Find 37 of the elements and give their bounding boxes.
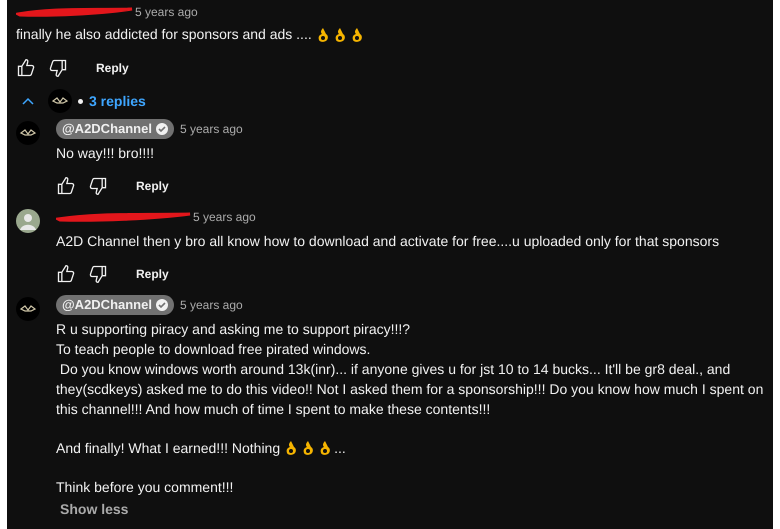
comment-text: And finally! What I earned!!! Nothing xyxy=(56,439,280,458)
channel-avatar xyxy=(16,297,40,321)
comment-text: R u supporting piracy and asking me to support piracy!!!? To teach people to download free pirated windows. Do you know windows worth around 13k(inr)... if anyone gives u for jst 10 to 14 bucks... It'll be gr8 deal., and they(scdkeys) asked me to do this video!! Not I asked them for a sponsorship!!! Do you know how much I spent on this channel!!! And how much of time I spent to make these contents!!! xyxy=(56,320,764,419)
ok-hand-icon xyxy=(285,440,298,456)
ok-hand-icon xyxy=(334,26,346,42)
comment-text: ... xyxy=(334,439,346,458)
reply-button[interactable]: Reply xyxy=(128,173,177,199)
comment-time: 5 years ago xyxy=(193,209,256,226)
like-icon xyxy=(16,58,36,78)
reply-button[interactable]: Reply xyxy=(88,55,137,81)
replies-count: 3 replies xyxy=(89,92,146,111)
author-badge[interactable]: @A2DChannel xyxy=(56,295,174,315)
dislike-icon xyxy=(88,264,108,284)
show-less-button[interactable]: Show less xyxy=(56,499,132,520)
comment-time: 5 years ago xyxy=(135,4,198,21)
comment-text: finally he also addicted for sponsors and ads .... xyxy=(16,25,312,44)
channel-avatar xyxy=(16,121,40,145)
channel-avatar xyxy=(48,89,72,113)
like-icon xyxy=(56,264,76,284)
ok-hand-icon xyxy=(350,26,363,42)
ok-hand-icon xyxy=(316,26,329,42)
comment-text: Think before you comment!!! xyxy=(56,478,234,497)
comment-time: 5 years ago xyxy=(180,121,243,138)
comment-text: No way!!! bro!!!! xyxy=(56,144,154,163)
ok-hand-icon xyxy=(319,440,332,456)
comment-text: A2D Channel then y bro all know how to download and activate for free....u uploaded only for that sponsors xyxy=(56,232,720,251)
like-icon xyxy=(56,176,76,196)
dislike-icon xyxy=(48,58,68,78)
bullet-icon xyxy=(78,98,83,104)
ok-hand-icon xyxy=(302,440,314,456)
comment-time: 5 years ago xyxy=(180,297,243,314)
chevron-icon xyxy=(22,97,34,105)
avatar-silhouette xyxy=(16,209,40,233)
replies-toggle[interactable]: 3 replies xyxy=(16,89,146,113)
reply-button[interactable]: Reply xyxy=(128,261,177,287)
dislike-icon xyxy=(88,176,108,196)
author-badge[interactable]: @A2DChannel xyxy=(56,119,174,139)
